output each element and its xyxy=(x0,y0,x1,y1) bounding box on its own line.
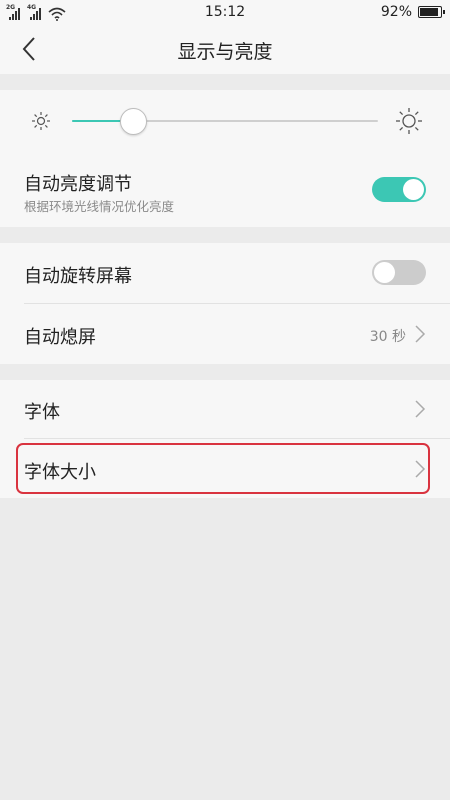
font-size-highlight-box xyxy=(16,443,430,494)
auto-brightness-toggle[interactable] xyxy=(372,177,426,202)
battery-percentage: 92% xyxy=(380,4,412,20)
screen-section: 自动旋转屏幕 自动熄屏 30 秒 xyxy=(0,243,450,364)
font-row[interactable]: 字体 xyxy=(0,380,450,438)
status-bar: 2G 4G 15:12 92% xyxy=(0,0,450,24)
auto-brightness-label: 自动亮度调节 xyxy=(24,174,132,195)
page-title: 显示与亮度 xyxy=(177,41,273,63)
chevron-right-icon xyxy=(415,325,426,343)
brightness-slider-thumb[interactable] xyxy=(119,108,147,135)
font-label: 字体 xyxy=(24,402,60,423)
sun-large-icon xyxy=(396,108,422,134)
brightness-slider-row xyxy=(0,90,450,152)
auto-brightness-description: 根据环境光线情况优化亮度 xyxy=(24,199,175,214)
auto-rotate-toggle[interactable] xyxy=(372,260,426,285)
auto-rotate-row[interactable]: 自动旋转屏幕 xyxy=(0,243,450,303)
brightness-section: 自动亮度调节 根据环境光线情况优化亮度 xyxy=(0,90,450,227)
app-header: 显示与亮度 xyxy=(0,24,450,74)
battery-icon xyxy=(418,6,445,18)
auto-rotate-label: 自动旋转屏幕 xyxy=(24,266,132,287)
chevron-right-icon xyxy=(415,400,426,418)
toggle-knob xyxy=(403,179,424,200)
screen-timeout-value: 30 秒 xyxy=(369,329,406,345)
toggle-knob xyxy=(374,262,395,283)
auto-brightness-row[interactable]: 自动亮度调节 根据环境光线情况优化亮度 xyxy=(0,152,450,227)
screen-timeout-row[interactable]: 自动熄屏 30 秒 xyxy=(0,304,450,364)
screen-timeout-label: 自动熄屏 xyxy=(24,327,96,348)
battery-level-fill xyxy=(420,8,439,16)
sun-small-icon xyxy=(32,112,50,130)
